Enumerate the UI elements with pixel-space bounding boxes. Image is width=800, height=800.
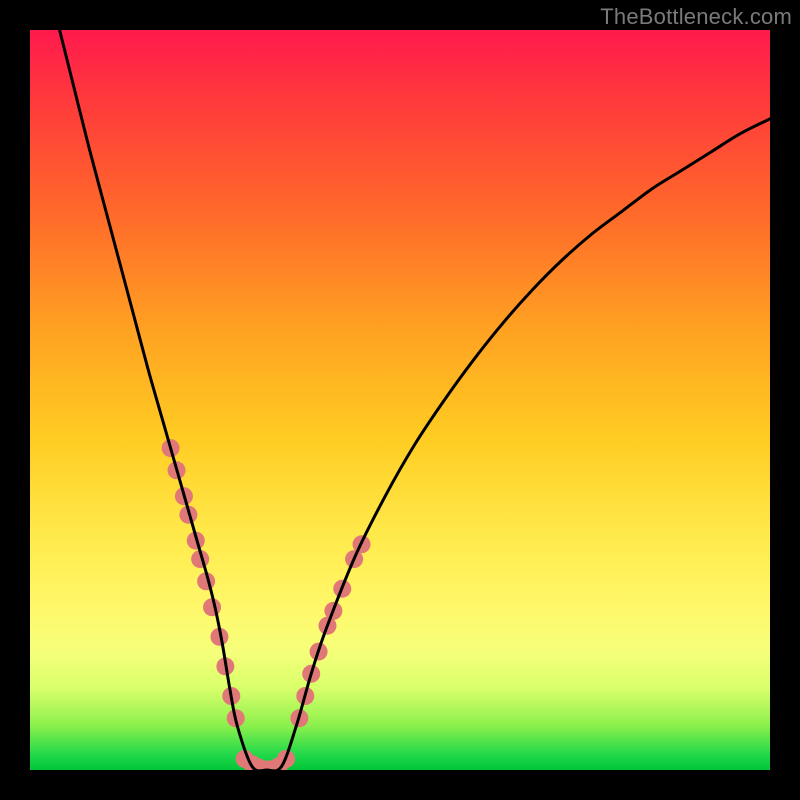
marker-dot [290, 709, 308, 727]
marker-dot [310, 643, 328, 661]
marker-dot [162, 439, 180, 457]
marker-dot [324, 602, 342, 620]
marker-dot [175, 487, 193, 505]
marker-dot [243, 755, 261, 770]
marker-dot [353, 535, 371, 553]
marker-dot [270, 757, 288, 770]
marker-dot [333, 580, 351, 598]
chart-svg [30, 30, 770, 770]
marker-dot [277, 750, 295, 768]
marker-dot [191, 550, 209, 568]
marker-dot [227, 709, 245, 727]
marker-dot [345, 550, 363, 568]
marker-dot [197, 572, 215, 590]
bottleneck-curve [60, 30, 770, 770]
marker-dot [216, 657, 234, 675]
marker-dot [168, 461, 186, 479]
marker-dot [222, 687, 240, 705]
marker-dot [203, 598, 221, 616]
marker-dot [296, 687, 314, 705]
plot-area [30, 30, 770, 770]
marker-dot [250, 759, 268, 770]
marker-dot [210, 628, 228, 646]
marker-dot [318, 617, 336, 635]
marker-dot [260, 760, 278, 770]
marker-dot [236, 750, 254, 768]
marker-layer [162, 439, 371, 770]
marker-dot [187, 532, 205, 550]
marker-dot [302, 665, 320, 683]
watermark-text: TheBottleneck.com [600, 4, 792, 30]
frame: TheBottleneck.com [0, 0, 800, 800]
marker-dot [179, 506, 197, 524]
